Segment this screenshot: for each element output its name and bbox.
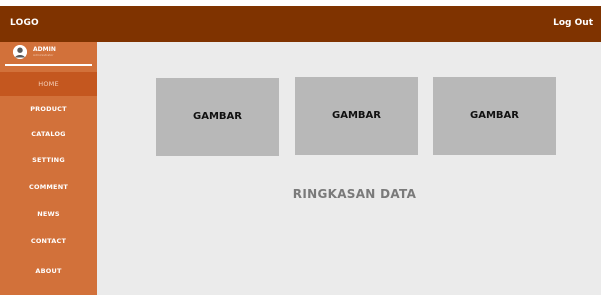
top-navbar: LOGO Log Out <box>0 6 601 42</box>
sidebar-item-catalog[interactable]: CATALOG <box>0 122 97 146</box>
sidebar-item-home[interactable]: HOME <box>0 72 97 96</box>
logo: LOGO <box>10 18 39 28</box>
image-placeholder-card: GAMBAR <box>295 77 418 155</box>
sidebar-item-news[interactable]: NEWS <box>0 202 97 226</box>
avatar-icon <box>13 45 27 59</box>
app-frame: LOGO Log Out ADMIN Administrator HOME PR… <box>0 0 601 295</box>
sidebar-item-comment[interactable]: COMMENT <box>0 175 97 199</box>
image-placeholder-card: GAMBAR <box>433 77 556 155</box>
user-profile: ADMIN Administrator <box>0 42 97 64</box>
main-content: GAMBAR GAMBAR GAMBAR RINGKASAN DATA <box>97 42 601 295</box>
sidebar-item-contact[interactable]: CONTACT <box>0 229 97 253</box>
user-role: Administrator <box>33 53 54 57</box>
sidebar-item-setting[interactable]: SETTING <box>0 148 97 172</box>
sidebar-divider <box>5 64 92 66</box>
sidebar-item-about[interactable]: ABOUT <box>0 259 97 283</box>
sidebar: ADMIN Administrator HOME PRODUCT CATALOG… <box>0 42 97 295</box>
image-placeholder-card: GAMBAR <box>156 78 279 156</box>
logout-link[interactable]: Log Out <box>553 18 593 28</box>
summary-title: RINGKASAN DATA <box>292 187 417 201</box>
user-name: ADMIN <box>33 46 56 53</box>
sidebar-item-product[interactable]: PRODUCT <box>0 97 97 121</box>
